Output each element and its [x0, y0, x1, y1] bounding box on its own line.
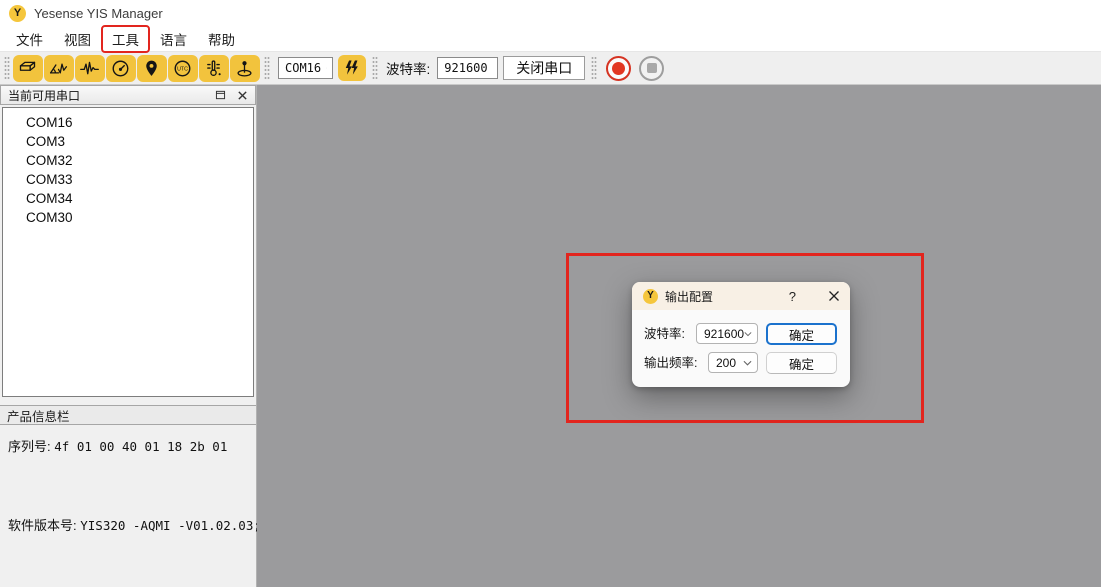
- toolbar-grip[interactable]: [372, 56, 378, 80]
- menu-item-help[interactable]: 帮助: [202, 27, 241, 51]
- dialog-baud-ok-button[interactable]: 确定: [766, 323, 837, 345]
- float-panel-icon[interactable]: [214, 89, 227, 101]
- menu-item-file[interactable]: 文件: [10, 27, 49, 51]
- dialog-titlebar: Y 输出配置 ?: [632, 282, 850, 310]
- menu-item-view[interactable]: 视图: [58, 27, 97, 51]
- product-info-title: 产品信息栏: [7, 406, 70, 425]
- port-list-item[interactable]: COM34: [3, 189, 253, 208]
- toolbar-grip[interactable]: [264, 56, 270, 80]
- attitude-wave-icon: [48, 58, 69, 79]
- close-serial-port-button[interactable]: 关闭串口: [503, 56, 585, 80]
- refresh-ports-icon: [342, 58, 362, 78]
- baud-rate-value: 921600: [444, 61, 487, 75]
- dialog-title: 输出配置: [665, 288, 713, 305]
- close-panel-icon[interactable]: [237, 90, 248, 101]
- menu-bar: 文件 视图 工具 语言 帮助: [0, 26, 1101, 52]
- dialog-close-icon[interactable]: [828, 290, 840, 302]
- product-info-header: 产品信息栏: [0, 405, 256, 425]
- software-version-value: YIS320 -AQMI -V01.02.03;: [80, 518, 261, 533]
- chevron-down-icon: [743, 360, 752, 366]
- attitude-wave-button[interactable]: [44, 55, 74, 82]
- svg-text:UTC: UTC: [177, 66, 188, 72]
- dialog-baud-select[interactable]: 921600: [696, 323, 758, 344]
- waveform-icon: [79, 58, 100, 79]
- thermometer-icon: [203, 58, 224, 79]
- cube-3d-icon: [17, 58, 38, 79]
- gauge-button[interactable]: [106, 55, 136, 82]
- main-toolbar: UTC COM16: [0, 52, 1101, 85]
- port-list-item[interactable]: COM32: [3, 151, 253, 170]
- menu-item-language[interactable]: 语言: [154, 27, 193, 51]
- content-area: 当前可用串口 COM16 COM3 COM32 COM33 COM34 COM3…: [0, 85, 1101, 587]
- utc-clock-button[interactable]: UTC: [168, 55, 198, 82]
- serial-number-value: 4f 01 00 40 01 18 2b 01: [54, 439, 227, 454]
- refresh-ports-button[interactable]: [338, 55, 366, 81]
- ports-panel-header: 当前可用串口: [0, 85, 256, 105]
- cube-3d-button[interactable]: [13, 55, 43, 82]
- dialog-frequency-ok-button[interactable]: 确定: [766, 352, 837, 374]
- dialog-baud-row: 波特率: 921600 确定: [632, 323, 850, 345]
- software-version-line: 软件版本号: YIS320 -AQMI -V01.02.03;: [8, 515, 261, 534]
- joystick-icon: [234, 58, 255, 79]
- temperature-button[interactable]: [199, 55, 229, 82]
- dialog-baud-value: 921600: [704, 327, 744, 341]
- dialog-help-button[interactable]: ?: [789, 289, 821, 304]
- port-list: COM16 COM3 COM32 COM33 COM34 COM30: [2, 107, 254, 397]
- dialog-frequency-row: 输出频率: 200 确定: [632, 352, 850, 374]
- joystick-button[interactable]: [230, 55, 260, 82]
- chevron-down-icon: [326, 65, 327, 71]
- chevron-down-icon: [744, 331, 752, 337]
- software-version-label: 软件版本号:: [8, 518, 77, 533]
- menu-item-tools[interactable]: 工具: [106, 27, 145, 51]
- record-icon: [612, 62, 625, 75]
- utc-clock-icon: UTC: [172, 58, 193, 79]
- workspace-area: Y 输出配置 ? 波特率: 921600 确定 输出频率:: [257, 85, 1101, 587]
- dialog-baud-label: 波特率:: [644, 323, 685, 345]
- record-button[interactable]: [606, 56, 631, 81]
- location-button[interactable]: [137, 55, 167, 82]
- serial-number-label: 序列号:: [8, 439, 51, 454]
- dialog-frequency-value: 200: [716, 356, 736, 370]
- com-port-value: COM16: [285, 61, 321, 75]
- baud-rate-select[interactable]: 921600: [437, 57, 498, 79]
- dialog-frequency-select[interactable]: 200: [708, 352, 758, 373]
- waveform-button[interactable]: [75, 55, 105, 82]
- dialog-frequency-label: 输出频率:: [644, 352, 697, 374]
- baud-rate-label: 波特率:: [386, 58, 430, 78]
- port-list-item[interactable]: COM16: [3, 113, 253, 132]
- gauge-icon: [110, 58, 131, 79]
- window-title: Yesense YIS Manager: [34, 6, 163, 21]
- serial-ports-panel: 当前可用串口 COM16 COM3 COM32 COM33 COM34 COM3…: [0, 85, 257, 587]
- stop-icon: [647, 63, 657, 73]
- window-titlebar: Y Yesense YIS Manager: [0, 0, 1101, 26]
- port-list-item[interactable]: COM33: [3, 170, 253, 189]
- ports-panel-title: 当前可用串口: [8, 87, 80, 104]
- com-port-select[interactable]: COM16: [278, 57, 333, 79]
- serial-number-line: 序列号: 4f 01 00 40 01 18 2b 01: [8, 436, 227, 455]
- dialog-logo-icon: Y: [643, 289, 658, 304]
- toolbar-grip[interactable]: [4, 56, 10, 80]
- output-config-dialog: Y 输出配置 ? 波特率: 921600 确定 输出频率:: [632, 282, 850, 387]
- port-list-item[interactable]: COM30: [3, 208, 253, 227]
- location-pin-icon: [141, 58, 162, 79]
- app-logo-icon: Y: [9, 5, 26, 22]
- toolbar-grip[interactable]: [591, 56, 597, 80]
- port-list-item[interactable]: COM3: [3, 132, 253, 151]
- stop-button[interactable]: [639, 56, 664, 81]
